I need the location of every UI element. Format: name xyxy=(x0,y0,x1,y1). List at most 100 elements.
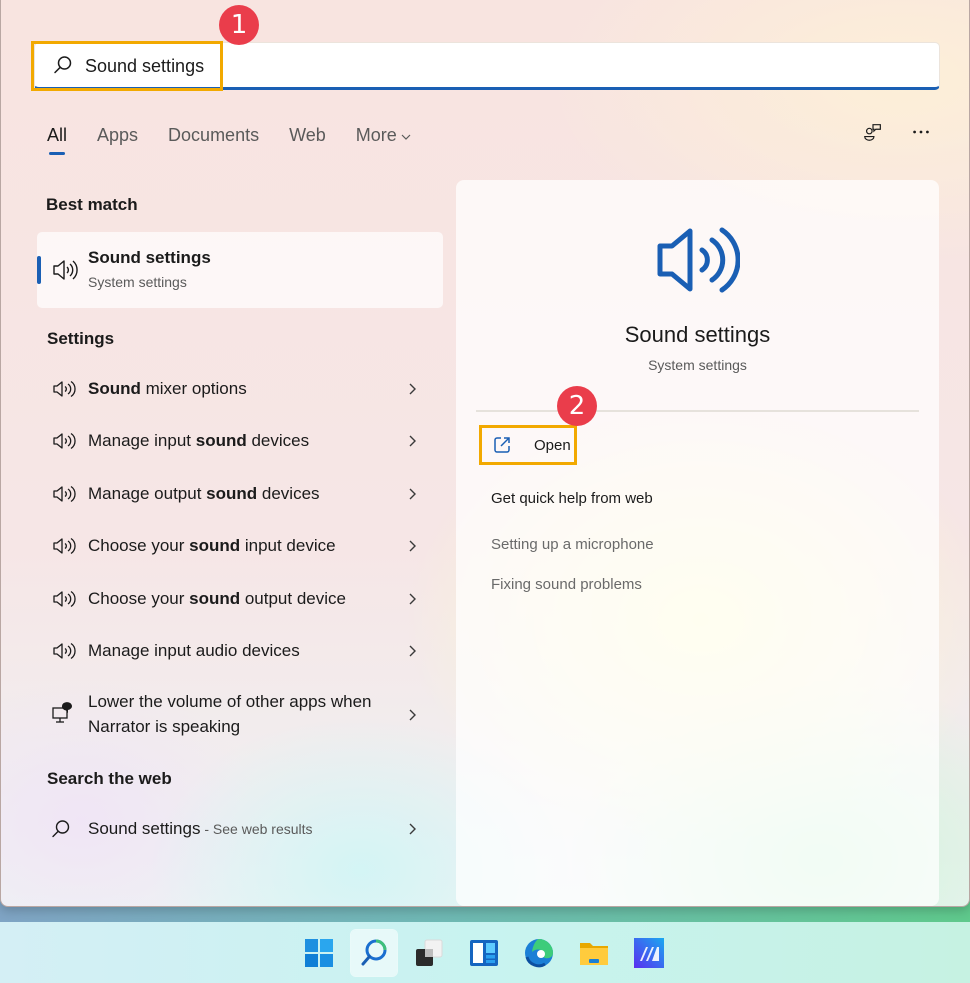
chevron-right-icon xyxy=(407,379,419,399)
chevron-right-icon xyxy=(407,431,419,451)
tab-label: All xyxy=(47,125,68,145)
label-match-highlight: Sound xyxy=(88,379,141,398)
tab-label: Apps xyxy=(97,125,139,145)
task-view-icon xyxy=(416,939,443,966)
chevron-right-icon xyxy=(407,536,419,556)
chevron-right-icon xyxy=(407,819,419,839)
label-text: Manage input audio devices xyxy=(88,641,300,660)
narrator-icon xyxy=(51,702,77,723)
label-text: devices xyxy=(257,484,320,503)
taskbar-file-explorer[interactable] xyxy=(571,930,617,976)
help-link-sound-problems[interactable]: Fixing sound problems xyxy=(491,576,642,593)
best-match-subtitle: System settings xyxy=(88,274,187,290)
taskbar-start[interactable] xyxy=(296,930,342,976)
taskbar-widgets[interactable] xyxy=(461,930,507,976)
label-text: Manage input xyxy=(88,431,196,450)
label-text: mixer options xyxy=(140,379,247,398)
best-match-heading: Best match xyxy=(46,195,138,214)
search-web-heading: Search the web xyxy=(47,769,172,788)
chevron-right-icon xyxy=(407,484,419,504)
settings-result-label: Choose your sound input device xyxy=(88,536,336,556)
label-text: Choose your xyxy=(88,589,190,608)
tab-more[interactable]: More xyxy=(356,124,411,160)
chevron-down-icon xyxy=(401,125,411,147)
tab-label: More xyxy=(355,125,397,145)
settings-result-item[interactable]: Sound mixer options xyxy=(37,367,443,411)
chevron-right-icon xyxy=(407,705,419,725)
search-icon xyxy=(361,939,387,966)
web-search-result[interactable]: Sound settings - See web results xyxy=(37,807,443,851)
open-button[interactable]: Open xyxy=(484,430,574,460)
active-tab-indicator xyxy=(49,152,65,155)
settings-result-label: Manage output sound devices xyxy=(88,484,320,504)
taskbar-myasus[interactable] xyxy=(626,930,672,976)
settings-result-label: Manage input audio devices xyxy=(88,641,300,661)
speaker-icon xyxy=(51,536,77,556)
help-link-microphone[interactable]: Setting up a microphone xyxy=(491,536,654,553)
settings-result-label: Choose your sound output device xyxy=(88,589,346,609)
toolbar xyxy=(861,120,933,144)
label-text: devices xyxy=(246,431,310,450)
search-icon xyxy=(53,55,73,75)
selection-indicator xyxy=(37,256,41,284)
label-text: Manage output xyxy=(88,484,207,503)
settings-result-label: Sound mixer options xyxy=(88,379,247,399)
settings-result-item[interactable]: Manage input audio devices xyxy=(37,629,443,673)
taskbar-edge[interactable] xyxy=(516,930,562,976)
best-match-result[interactable]: Sound settings System settings xyxy=(37,232,443,308)
settings-result-label: Manage input sound devices xyxy=(88,431,309,451)
web-query: Sound settings xyxy=(88,819,201,838)
edge-browser-icon xyxy=(525,939,553,968)
step2-badge: 2 xyxy=(557,386,597,426)
speaker-icon xyxy=(51,379,77,399)
more-options-icon[interactable] xyxy=(909,120,933,144)
label-text: output device xyxy=(240,589,346,608)
tab-all[interactable]: All xyxy=(47,124,67,160)
label-match-highlight: sound xyxy=(189,589,241,608)
taskbar-task-view[interactable] xyxy=(406,930,452,976)
open-label: Open xyxy=(534,436,571,454)
widgets-icon xyxy=(470,940,498,966)
taskbar xyxy=(0,922,970,983)
settings-result-item[interactable]: Lower the volume of other apps when Narr… xyxy=(37,685,443,745)
search-icon xyxy=(51,819,77,839)
label-match-highlight: sound xyxy=(195,431,247,450)
web-suffix: - See web results xyxy=(200,821,313,837)
preview-pane: Sound settings System settings Open Get … xyxy=(456,180,939,906)
preview-title: Sound settings xyxy=(624,322,771,347)
tab-web[interactable]: Web xyxy=(289,124,326,160)
settings-result-item[interactable]: Choose your sound input device xyxy=(37,524,443,568)
speaker-icon xyxy=(51,484,77,504)
best-match-title: Sound settings xyxy=(88,248,211,267)
myasus-icon xyxy=(634,938,664,968)
people-feedback-icon[interactable] xyxy=(861,120,885,144)
preview-subtitle: System settings xyxy=(648,357,747,373)
speaker-icon xyxy=(51,641,77,661)
settings-result-item[interactable]: Choose your sound output device xyxy=(37,577,443,621)
settings-result-label: Lower the volume of other apps when Narr… xyxy=(88,689,378,739)
settings-heading: Settings xyxy=(47,329,115,348)
chevron-right-icon xyxy=(407,641,419,661)
label-match-highlight: sound xyxy=(206,484,258,503)
tab-documents[interactable]: Documents xyxy=(168,124,259,160)
tab-label: Documents xyxy=(168,125,260,145)
web-result-label: Sound settings - See web results xyxy=(88,819,313,839)
tab-label: Web xyxy=(289,125,326,145)
file-explorer-icon xyxy=(580,943,608,965)
taskbar-search[interactable] xyxy=(351,930,397,976)
search-input[interactable]: Sound settings xyxy=(34,42,940,90)
settings-result-item[interactable]: Manage output sound devices xyxy=(37,472,443,516)
settings-result-item[interactable]: Manage input sound devices xyxy=(37,419,443,463)
search-query: Sound settings xyxy=(85,56,205,76)
speaker-icon xyxy=(51,431,77,451)
speaker-icon xyxy=(51,258,79,282)
label-text: Choose your xyxy=(88,536,190,555)
label-text: input device xyxy=(240,536,336,555)
tab-apps[interactable]: Apps xyxy=(97,124,138,160)
chevron-right-icon xyxy=(407,589,419,609)
windows-start-icon xyxy=(305,939,333,967)
filter-tabs: All Apps Documents Web More xyxy=(47,124,441,160)
search-panel: Sound settings 1 All Apps Documents Web … xyxy=(0,0,970,907)
divider xyxy=(476,410,919,412)
label-text: Lower the volume of other apps when Narr… xyxy=(88,692,372,736)
